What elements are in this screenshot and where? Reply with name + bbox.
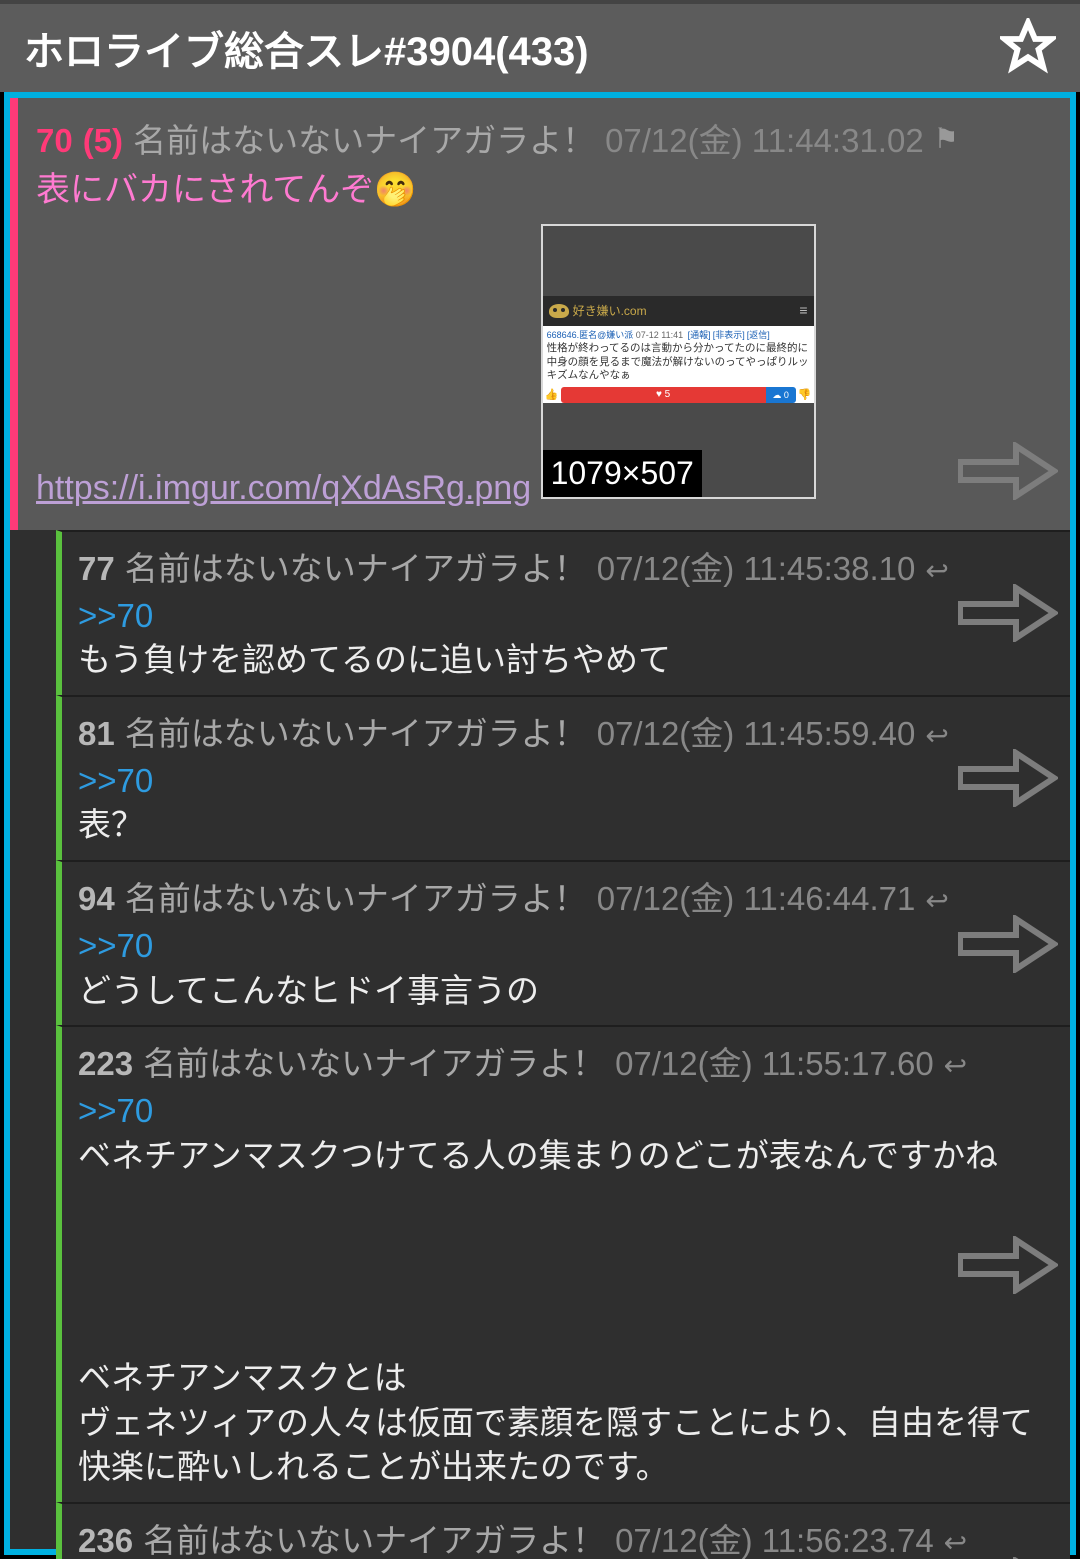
poster-name: 名前はないないナイアガラよ！: [143, 1037, 605, 1085]
post-date: 07/12(金) 11:44:31.02: [605, 114, 924, 162]
post-body: >>70表？: [78, 759, 1052, 848]
post-date: 07/12(金) 11:56:23.74: [615, 1514, 934, 1559]
reply-post[interactable]: 223 名前はないないナイアガラよ！07/12(金) 11:55:17.60 ↩ >>…: [56, 1025, 1070, 1502]
poster-name: 名前はないないナイアガラよ！: [125, 707, 587, 755]
image-dimensions: 1079×507: [543, 450, 702, 497]
post-meta: 70 (5) 名前はないないナイアガラよ！ 07/12(金) 11:44:31.…: [36, 114, 1052, 162]
app-header: ホロライブ総合スレ#3904(433): [0, 0, 1080, 92]
post-number: 70: [36, 122, 73, 160]
quote-link[interactable]: >>70: [78, 924, 153, 969]
post-number: 223: [78, 1045, 133, 1083]
reply-icon[interactable]: ↩: [925, 554, 948, 587]
thumbs-up-icon: 👍: [543, 388, 561, 403]
post-number: 81: [78, 715, 115, 753]
forward-arrow-icon[interactable]: [958, 915, 1058, 973]
thread-container: 70 (5) 名前はないないナイアガラよ！ 07/12(金) 11:44:31.…: [4, 92, 1076, 1555]
reply-icon[interactable]: ↩: [925, 884, 948, 917]
post-number: 236: [78, 1522, 133, 1559]
hamburger-icon: ≡: [799, 301, 807, 320]
post-meta: 81 名前はないないナイアガラよ！07/12(金) 11:45:59.40 ↩: [78, 707, 1052, 755]
post-body: >>70もう負けを認めてるのに追い討ちやめて: [78, 594, 1052, 683]
forward-arrow-icon[interactable]: [958, 1236, 1058, 1294]
post-date: 07/12(金) 11:55:17.60: [615, 1037, 934, 1085]
reply-icon[interactable]: ↩: [944, 1526, 967, 1559]
post-meta: 223 名前はないないナイアガラよ！07/12(金) 11:55:17.60 ↩: [78, 1037, 1052, 1085]
post-date: 07/12(金) 11:45:59.40: [597, 707, 916, 755]
poster-name: 名前はないないナイアガラよ！: [125, 542, 587, 590]
poster-name: 名前はないないナイアガラよ！: [125, 872, 587, 920]
post-meta: 236 名前はないないナイアガラよ！07/12(金) 11:56:23.74 ↩: [78, 1514, 1052, 1559]
thumbnail-content: 好き嫌い.com ≡ 668646.匿名@嫌い派 07-12 11:41 [通報…: [543, 296, 814, 403]
forward-arrow-icon[interactable]: [958, 749, 1058, 807]
post-number: 77: [78, 550, 115, 588]
reply-post[interactable]: 77 名前はないないナイアガラよ！07/12(金) 11:45:38.10 ↩ >>7…: [56, 530, 1070, 695]
reply-post[interactable]: 236名前はないないナイアガラよ！07/12(金) 11:56:23.74↩>>…: [56, 1502, 1070, 1559]
post-date: 07/12(金) 11:45:38.10: [597, 542, 916, 590]
thread-title: ホロライブ総合スレ#3904(433): [24, 19, 589, 77]
reply-icon[interactable]: ↩: [925, 719, 948, 752]
forward-arrow-icon[interactable]: [958, 442, 1058, 500]
reply-icon[interactable]: ↩: [944, 1049, 967, 1082]
flag-icon[interactable]: ⚑: [934, 122, 959, 155]
mask-icon: [549, 304, 569, 318]
reply-post[interactable]: 81 名前はないないナイアガラよ！07/12(金) 11:45:59.40 ↩ >>7…: [56, 695, 1070, 860]
post-date: 07/12(金) 11:46:44.71: [597, 872, 916, 920]
post-number: 94: [78, 880, 115, 918]
post-body: >>70どうしてこんなヒドイ事言うの: [78, 924, 1052, 1013]
thumbs-down-icon: 👎: [796, 388, 814, 403]
post-meta: 94 名前はないないナイアガラよ！07/12(金) 11:46:44.71 ↩: [78, 872, 1052, 920]
reply-count: (5): [83, 122, 123, 160]
quote-link[interactable]: >>70: [78, 594, 153, 639]
quote-link[interactable]: >>70: [78, 1089, 153, 1134]
reply-post[interactable]: 94 名前はないないナイアガラよ！07/12(金) 11:46:44.71 ↩ >>7…: [56, 860, 1070, 1025]
poster-name: 名前はないないナイアガラよ！: [133, 114, 595, 162]
attachment-link[interactable]: https://i.imgur.com/qXdAsRg.png: [36, 466, 531, 512]
post-body: >>70ベネチアンマスクつけてる人の集まりのどこが表なんですかねベネチアンマスク…: [78, 1089, 1052, 1490]
favorite-star-icon[interactable]: [1000, 18, 1056, 79]
op-post[interactable]: 70 (5) 名前はないないナイアガラよ！ 07/12(金) 11:44:31.…: [10, 98, 1070, 530]
forward-arrow-icon[interactable]: [958, 584, 1058, 642]
poster-name: 名前はないないナイアガラよ！: [143, 1514, 605, 1559]
image-thumbnail[interactable]: 好き嫌い.com ≡ 668646.匿名@嫌い派 07-12 11:41 [通報…: [541, 224, 816, 499]
quote-link[interactable]: >>70: [78, 759, 153, 804]
op-text: 表にバカにされてんぞ🤭: [36, 168, 1052, 214]
post-body: 表にバカにされてんぞ🤭 https://i.imgur.com/qXdAsRg.…: [36, 168, 1052, 512]
post-meta: 77 名前はないないナイアガラよ！07/12(金) 11:45:38.10 ↩: [78, 542, 1052, 590]
